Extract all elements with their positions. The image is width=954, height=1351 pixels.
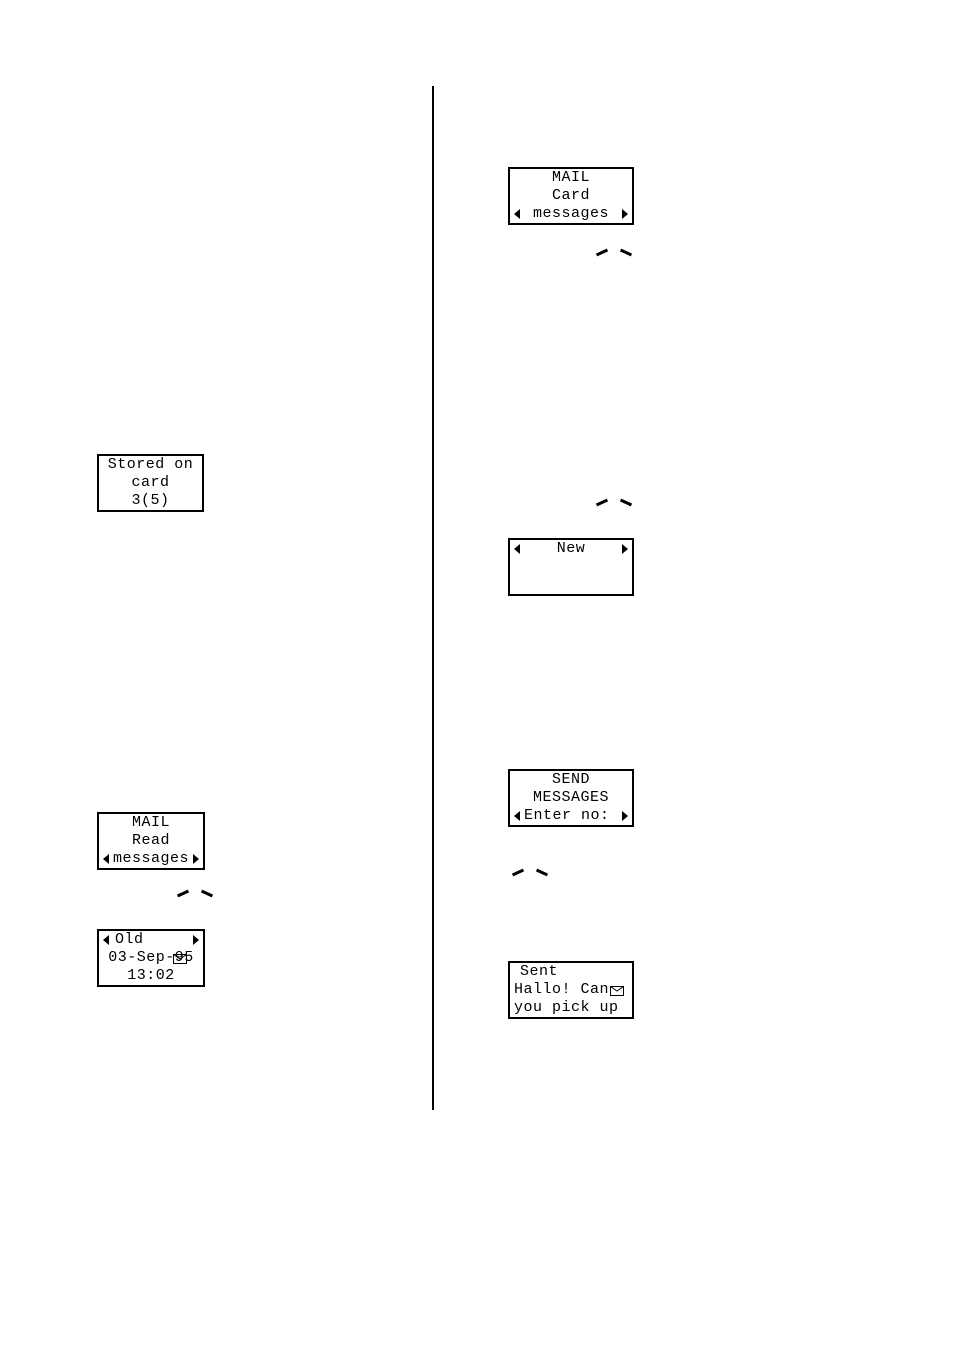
label: 13:02	[127, 967, 175, 985]
text-line: you pick up	[514, 999, 628, 1017]
text-line: 03-Sep-95	[103, 949, 199, 967]
nav-arrows	[175, 886, 215, 900]
screen-stored-on-card: Stored on card 3(5)	[97, 454, 204, 512]
left-arrow-icon	[103, 854, 109, 864]
arrow-icon	[594, 495, 610, 509]
text-line: Card	[514, 187, 628, 205]
arrow-icon	[175, 886, 191, 900]
text-line: Stored on	[103, 456, 198, 474]
screen-sent-message: Sent Hallo! Can you pick up	[508, 961, 634, 1019]
label: Enter no:	[524, 807, 610, 825]
arrow-icon	[534, 865, 550, 879]
text-line: card	[103, 474, 198, 492]
screen-mail-card: MAIL Card messages	[508, 167, 634, 225]
left-arrow-icon	[514, 209, 520, 219]
label: Read	[132, 832, 170, 850]
screen-mail-read: MAIL Read messages	[97, 812, 205, 870]
text-line: 13:02	[103, 967, 199, 985]
vertical-divider	[432, 86, 434, 1110]
right-arrow-icon	[193, 854, 199, 864]
label: you pick up	[514, 999, 619, 1017]
nav-arrows	[510, 865, 550, 879]
text-line: Enter no:	[514, 807, 628, 825]
text-line: MAIL	[103, 814, 199, 832]
label: MAIL	[132, 814, 170, 832]
label: Hallo! Can	[514, 981, 609, 999]
screen-send-messages: SEND MESSAGES Enter no:	[508, 769, 634, 827]
right-arrow-icon	[622, 811, 628, 821]
label: MAIL	[552, 169, 590, 187]
text-line: Sent	[514, 963, 628, 981]
arrow-icon	[594, 245, 610, 259]
label: SEND	[552, 771, 590, 789]
left-arrow-icon	[514, 811, 520, 821]
text-line: messages	[103, 850, 199, 868]
label: Card	[552, 187, 590, 205]
text-line: Hallo! Can	[514, 981, 628, 999]
text-line: MAIL	[514, 169, 628, 187]
text-line: MESSAGES	[514, 789, 628, 807]
screen-old-message: Old 03-Sep-95 13:02	[97, 929, 205, 987]
text-line: New	[514, 540, 628, 558]
text-line: Read	[103, 832, 199, 850]
arrow-icon	[510, 865, 526, 879]
text-line: SEND	[514, 771, 628, 789]
right-arrow-icon	[622, 209, 628, 219]
left-arrow-icon	[514, 544, 520, 554]
arrow-icon	[199, 886, 215, 900]
label: MESSAGES	[533, 789, 609, 807]
right-arrow-icon	[193, 935, 199, 945]
screen-new: New	[508, 538, 634, 596]
arrow-icon	[618, 245, 634, 259]
label: messages	[113, 850, 189, 868]
nav-arrows	[594, 495, 634, 509]
arrow-icon	[618, 495, 634, 509]
label: 3(5)	[131, 492, 169, 510]
text-line: Old	[103, 931, 199, 949]
nav-arrows	[594, 245, 634, 259]
label: Stored on	[108, 456, 194, 474]
label: New	[557, 540, 586, 558]
right-arrow-icon	[622, 544, 628, 554]
label: 03-Sep-95	[108, 949, 194, 967]
label: messages	[533, 205, 609, 223]
text-line: 3(5)	[103, 492, 198, 510]
label: card	[131, 474, 169, 492]
page: Stored on card 3(5) MAIL Read messages O…	[0, 0, 954, 1351]
text-line: messages	[514, 205, 628, 223]
